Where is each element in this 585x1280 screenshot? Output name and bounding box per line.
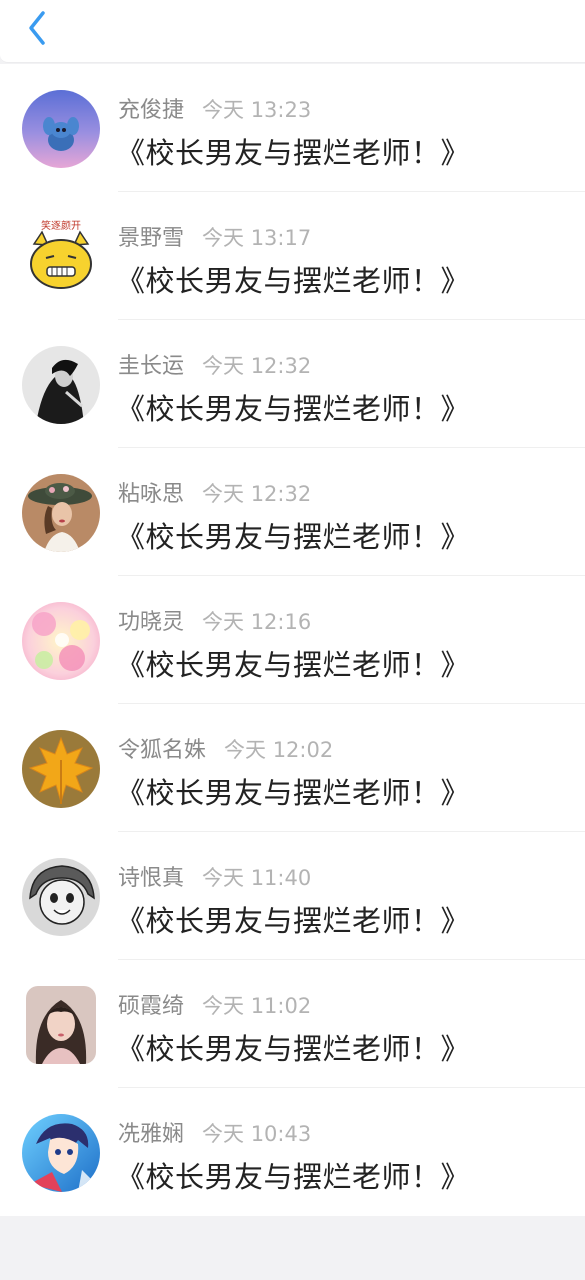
comment-text: 《校长男友与摆烂老师！》 — [116, 520, 471, 554]
comment-time: 今天 13:17 — [202, 226, 312, 250]
comment-list: 充俊捷 今天 13:23 《校长男友与摆烂老师！》 笑逐颜开 景野雪今天 13:… — [0, 64, 585, 1216]
comment-user-name[interactable]: 粘咏思 今天 12:32 — [118, 476, 311, 508]
comment-item[interactable]: 冼雅娴 今天 10:43 《校长男友与摆烂老师！》 — [0, 1088, 585, 1216]
comment-text: 《校长男友与摆烂老师！》 — [116, 392, 471, 426]
avatar-caption: 笑逐颜开 — [41, 219, 81, 232]
user-name[interactable]: 粘咏思 — [118, 482, 184, 507]
user-name[interactable]: 令狐名姝 — [118, 738, 206, 763]
comment-user-name[interactable]: 功晓灵 今天 12:16 — [118, 604, 311, 636]
comment-time: 今天 12:02 — [224, 738, 334, 762]
comment-text: 《校长男友与摆烂老师！》 — [116, 776, 471, 810]
comment-time: 今天 11:40 — [202, 866, 312, 890]
comment-time: 今天 10:43 — [202, 1122, 312, 1146]
comment-time: 今天 13:23 — [202, 98, 312, 122]
avatar[interactable] — [22, 858, 100, 936]
comment-text: 《校长男友与摆烂老师！》 — [116, 904, 471, 938]
comment-user-name[interactable]: 圭长运 今天 12:32 — [118, 348, 311, 380]
comment-item[interactable]: 圭长运 今天 12:32 《校长男友与摆烂老师！》 — [0, 320, 585, 448]
comment-time: 今天 12:32 — [202, 482, 312, 506]
comment-item[interactable]: 笑逐颜开 景野雪 今天 13:17 《校长男友与摆烂老师！》 — [0, 192, 585, 320]
maple-leaf-avatar — [22, 730, 100, 808]
user-name[interactable]: 圭长运 — [118, 354, 184, 379]
user-name[interactable]: 景野雪 — [118, 226, 184, 251]
cartoon-cat-avatar: 笑逐颜开 — [22, 218, 100, 296]
comment-text: 《校长男友与摆烂老师！》 — [116, 1160, 471, 1194]
comment-item[interactable]: 诗恨真 今天 11:40 《校长男友与摆烂老师！》 — [0, 832, 585, 960]
avatar[interactable] — [26, 986, 96, 1064]
comment-item[interactable]: 硕霞绮 今天 11:02 《校长男友与摆烂老师！》 — [0, 960, 585, 1088]
comment-text: 《校长男友与摆烂老师！》 — [116, 1032, 471, 1066]
comment-text: 《校长男友与摆烂老师！》 — [116, 648, 471, 682]
comment-user-name[interactable]: 令狐名姝 今天 12:02 — [118, 732, 333, 764]
comment-user-name[interactable]: 冼雅娴 今天 10:43 — [118, 1116, 311, 1148]
comment-item[interactable]: 令狐名姝 今天 12:02 《校长男友与摆烂老师！》 — [0, 704, 585, 832]
comment-user-name[interactable]: 景野雪 今天 13:17 — [118, 220, 311, 252]
comment-time: 今天 12:32 — [202, 354, 312, 378]
comment-user-name[interactable]: 诗恨真 今天 11:40 — [118, 860, 311, 892]
chevron-left-icon — [29, 11, 45, 45]
avatar[interactable] — [22, 346, 100, 424]
comment-item[interactable]: 充俊捷 今天 13:23 《校长男友与摆烂老师！》 — [0, 64, 585, 192]
hat-woman-avatar — [22, 474, 100, 552]
comment-time: 今天 11:02 — [202, 994, 312, 1018]
avatar[interactable] — [22, 1114, 100, 1192]
comment-item[interactable]: 粘咏思 今天 12:32 《校长男友与摆烂老师！》 — [0, 448, 585, 576]
back-button[interactable] — [20, 8, 60, 48]
user-name[interactable]: 充俊捷 — [118, 98, 184, 123]
avatar[interactable] — [22, 474, 100, 552]
user-name[interactable]: 硕霞绮 — [118, 994, 184, 1019]
manga-avatar — [22, 858, 100, 936]
user-name[interactable]: 诗恨真 — [118, 866, 184, 891]
comment-time: 今天 12:16 — [202, 610, 312, 634]
girl-photo-avatar — [26, 986, 96, 1064]
comment-user-name[interactable]: 充俊捷 今天 13:23 — [118, 92, 311, 124]
comment-text: 《校长男友与摆烂老师！》 — [116, 264, 471, 298]
comment-user-name[interactable]: 硕霞绮 今天 11:02 — [118, 988, 311, 1020]
avatar[interactable] — [22, 602, 100, 680]
avatar[interactable] — [22, 90, 100, 168]
avatar[interactable]: 笑逐颜开 — [22, 218, 100, 296]
top-bar — [0, 0, 585, 63]
user-name[interactable]: 冼雅娴 — [118, 1122, 184, 1147]
stitch-avatar — [22, 90, 100, 168]
flowers-avatar — [22, 602, 100, 680]
comment-item[interactable]: 功晓灵 今天 12:16 《校长男友与摆烂老师！》 — [0, 576, 585, 704]
anime-boy-avatar — [22, 1114, 100, 1192]
user-name[interactable]: 功晓灵 — [118, 610, 184, 635]
bw-portrait-avatar — [22, 346, 100, 424]
comment-text: 《校长男友与摆烂老师！》 — [116, 136, 471, 170]
avatar[interactable] — [22, 730, 100, 808]
